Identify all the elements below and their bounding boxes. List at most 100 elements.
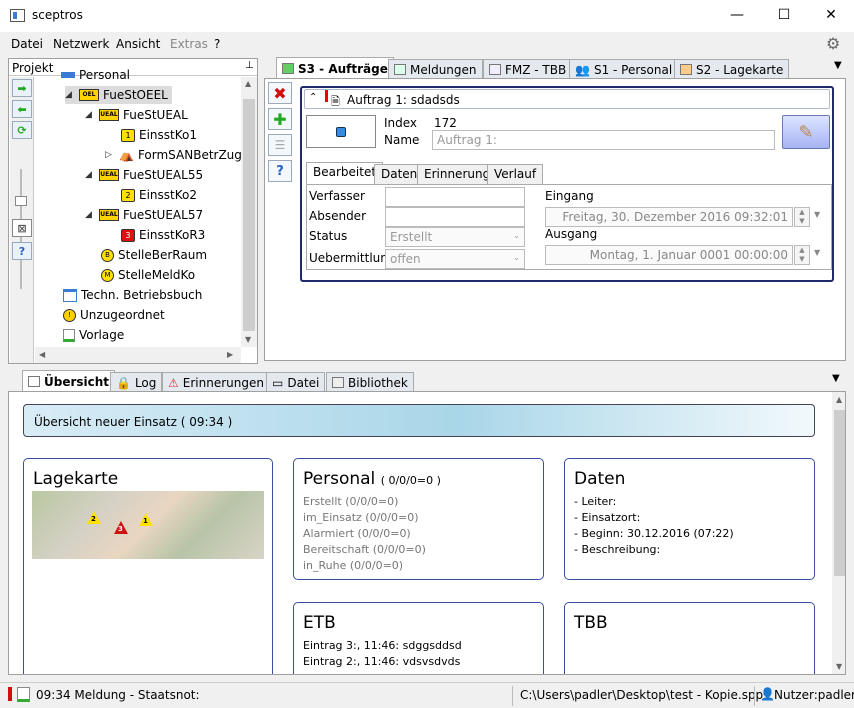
tree-item-techn-betriebsbuch[interactable]: Techn. Betriebsbuch <box>63 286 202 304</box>
tree-item-unzugeordnet[interactable]: ! Unzugeordnet <box>63 306 165 324</box>
scroll-left-icon[interactable]: ◀ <box>39 350 45 359</box>
card-daten[interactable]: Daten - Leiter: - Einsatzort: - Beginn: … <box>564 458 815 580</box>
tab-erinnerungen[interactable]: ⚠ Erinnerungen <box>162 372 270 392</box>
expanded-icon: ◢ <box>85 210 92 220</box>
zoom-slider-thumb[interactable] <box>15 196 27 206</box>
tree-item-formsanbetrzug[interactable]: ▷ ⛺ FormSANBetrZug <box>105 146 242 164</box>
help-button-right[interactable]: ? <box>268 160 292 182</box>
project-vertical-scrollbar[interactable]: ▲ ▼ <box>241 77 257 347</box>
tab-uebersicht[interactable]: Übersicht <box>22 370 116 392</box>
tab-s3-auftraege[interactable]: S3 - Aufträge <box>276 57 394 79</box>
refresh-button[interactable]: ⟳ <box>12 121 32 139</box>
daten-line: - Leiter: <box>574 495 617 508</box>
delete-button[interactable]: ✖ <box>268 82 292 104</box>
edit-button[interactable]: ✎ <box>782 115 830 149</box>
map-marker-label: 2 <box>91 515 96 523</box>
move-left-button[interactable]: ⬅ <box>12 100 32 118</box>
chevron-down-icon[interactable]: ▼ <box>814 248 820 257</box>
ausgang-spinner[interactable]: ▲ ▼ <box>794 245 810 265</box>
project-horizontal-scrollbar[interactable]: ◀ ▶ <box>35 347 241 363</box>
project-panel-title: Projekt <box>12 61 54 75</box>
subtab-bearbeitet[interactable]: Bearbeitet <box>306 162 384 185</box>
tree-item-fuestueal[interactable]: ◢ UEAL FueStUEAL <box>85 106 188 124</box>
add-button[interactable]: ✚ <box>268 108 292 130</box>
help-icon: ? <box>276 163 284 179</box>
order-header[interactable]: ⌃ 🗎 Auftrag 1: sdadsds <box>304 89 830 109</box>
scroll-up-icon[interactable]: ▲ <box>836 395 842 404</box>
close-box-icon: ⊠ <box>17 221 27 235</box>
tree-item-einsstkor3[interactable]: 3 EinsstKoR3 <box>121 226 205 244</box>
template-icon <box>63 328 75 342</box>
chevron-down-icon[interactable]: ▼ <box>814 210 820 219</box>
menu-help[interactable]: ? <box>214 37 220 51</box>
menu-ansicht[interactable]: Ansicht <box>116 37 160 51</box>
help-button[interactable]: ? <box>12 242 32 260</box>
tree-item-vorlage[interactable]: Vorlage <box>63 326 124 344</box>
menu-netzwerk[interactable]: Netzwerk <box>53 37 109 51</box>
name-field[interactable]: Auftrag 1: <box>432 130 775 150</box>
card-title: Lagekarte <box>33 469 119 489</box>
subtab-verlauf[interactable]: Verlauf <box>487 164 544 184</box>
menu-datei[interactable]: Datei <box>11 37 43 51</box>
tree-item-personal[interactable]: Personal <box>61 69 130 81</box>
scroll-down-icon[interactable]: ▼ <box>245 335 251 344</box>
collapse-button[interactable]: ⊠ <box>12 219 32 237</box>
gear-icon[interactable]: ⚙ <box>826 34 840 53</box>
tree-item-stellemeldko[interactable]: M StelleMeldKo <box>101 266 195 284</box>
scrollbar-thumb[interactable] <box>834 410 845 576</box>
status-select[interactable]: Erstellt ⌄ <box>385 227 525 247</box>
ausgang-datetime[interactable]: Montag, 1. Januar 0001 00:00:00 <box>545 245 793 265</box>
tab-log[interactable]: 🔒 Log <box>110 372 163 392</box>
subtab-erinnerung[interactable]: Erinnerung <box>417 164 498 184</box>
tab-overflow-icon[interactable]: ▼ <box>832 373 840 384</box>
tab-fmz-tbb[interactable]: FMZ - TBB <box>483 59 573 79</box>
tab-meldungen[interactable]: Meldungen <box>388 59 483 79</box>
move-right-button[interactable]: ➡ <box>12 79 32 97</box>
tab-overflow-icon[interactable]: ▼ <box>834 60 842 71</box>
minimize-button[interactable]: — <box>714 0 760 30</box>
tab-s1-personal[interactable]: 👥 S1 - Personal <box>569 59 679 79</box>
personal-line: Bereitschaft (0/0/0=0) <box>303 543 426 556</box>
tab-bibliothek[interactable]: Bibliothek <box>326 372 414 392</box>
post-icon: M <box>101 268 114 282</box>
card-lagekarte[interactable]: Lagekarte 2 3 1 <box>23 458 273 674</box>
user-icon: 👤 <box>760 687 775 701</box>
pin-icon[interactable]: ⊥ <box>245 60 254 71</box>
tab-datei[interactable]: ▭ Datei <box>266 372 326 392</box>
overview-vertical-scrollbar[interactable]: ▲ ▼ <box>832 392 845 674</box>
tree-item-einsstko2[interactable]: 2 EinsstKo2 <box>121 186 197 204</box>
tree-item-fuestoeel[interactable]: ◢ OEL FueStOEEL <box>65 86 172 104</box>
eingang-datetime[interactable]: Freitag, 30. Dezember 2016 09:32:01 <box>545 207 793 227</box>
tree-item-fuestueal57[interactable]: ◢ UEAL FueStUEAL57 <box>85 206 203 224</box>
tree-item-einsstko1[interactable]: 1 EinsstKo1 <box>121 126 197 144</box>
station-icon: 1 <box>121 128 135 142</box>
tree-item-fuestueal55[interactable]: ◢ UEAL FueStUEAL55 <box>85 166 203 184</box>
verfasser-field[interactable] <box>385 187 525 207</box>
card-tbb[interactable]: TBB <box>564 602 815 674</box>
tab-s2-lagekarte[interactable]: S2 - Lagekarte <box>674 59 790 79</box>
list-button[interactable]: ☰ <box>268 134 292 156</box>
situation-map[interactable]: 2 3 1 <box>32 491 264 559</box>
unit-ueal-icon: UEAL <box>99 169 119 181</box>
tree-item-label: Techn. Betriebsbuch <box>81 288 203 302</box>
expanded-icon: ◢ <box>85 170 92 180</box>
uebermittlung-select[interactable]: offen ⌄ <box>385 249 525 269</box>
scrollbar-thumb[interactable] <box>243 99 255 331</box>
tree-item-stelleberraum[interactable]: B StelleBerRaum <box>101 246 207 264</box>
absender-field[interactable] <box>385 207 525 227</box>
scroll-down-icon[interactable]: ▼ <box>836 662 842 671</box>
scroll-up-icon[interactable]: ▲ <box>245 79 251 88</box>
status-bar: 09:34 Meldung - Staatsnot: C:\Users\padl… <box>0 682 854 708</box>
order-editor: ⌃ 🗎 Auftrag 1: sdadsds Index 172 Name Au… <box>300 86 834 282</box>
status-separator <box>512 686 513 706</box>
scroll-right-icon[interactable]: ▶ <box>227 350 233 359</box>
close-button[interactable]: ✕ <box>808 0 854 30</box>
menu-extras[interactable]: Extras <box>170 37 208 51</box>
eingang-spinner[interactable]: ▲ ▼ <box>794 207 810 227</box>
card-etb[interactable]: ETB Eintrag 3:, 11:46: sdggsddsd Eintrag… <box>293 602 544 674</box>
maximize-button[interactable]: ☐ <box>761 0 807 30</box>
status-message: 09:34 Meldung - Staatsnot: <box>36 688 200 702</box>
card-personal[interactable]: Personal ( 0/0/0=0 ) Erstellt (0/0/0=0) … <box>293 458 544 580</box>
order-marker-box[interactable] <box>306 115 376 148</box>
collapse-chevron-icon[interactable]: ⌃ <box>309 92 317 103</box>
